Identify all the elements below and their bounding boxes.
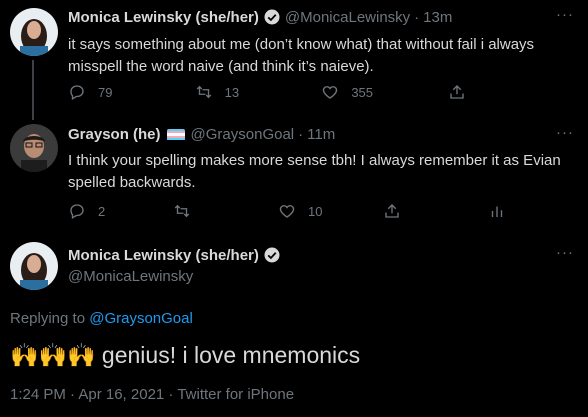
display-name[interactable]: Monica Lewinsky (she/her) [68, 247, 259, 264]
more-icon[interactable]: ··· [556, 244, 574, 261]
timestamp[interactable]: 13m [423, 9, 452, 26]
share-button[interactable] [448, 83, 508, 101]
main-tweet-text: 🙌🙌🙌 genius! i love mnemonics [10, 342, 360, 369]
retweet-icon [196, 85, 211, 99]
retweet-icon [174, 204, 190, 218]
replying-to: Replying to @GraysonGoal [10, 310, 193, 327]
reply-icon [70, 85, 84, 100]
display-name[interactable]: Monica Lewinsky (she/her) [68, 9, 259, 26]
replying-prefix: Replying to [10, 310, 86, 327]
reply-count: 2 [98, 203, 106, 219]
thread-line [32, 60, 34, 120]
avatar-grayson[interactable] [10, 124, 58, 172]
tweet-actions: 2 10 [68, 202, 508, 220]
separator: · [414, 8, 420, 26]
reply-count: 79 [98, 84, 113, 100]
like-count: 355 [351, 84, 374, 100]
tweet-header: Monica Lewinsky (she/her) [68, 246, 281, 264]
avatar-monica[interactable] [10, 242, 58, 290]
retweet-count: 13 [224, 84, 240, 100]
tweet-header: Monica Lewinsky (she/her) @MonicaLewinsk… [68, 8, 452, 26]
tweet-meta[interactable]: 1:24 PM · Apr 16, 2021 · Twitter for iPh… [10, 386, 294, 403]
replying-to-link[interactable]: @GraysonGoal [89, 310, 193, 327]
transgender-flag-emoji [166, 128, 185, 141]
like-icon [279, 205, 295, 218]
like-count: 10 [308, 203, 323, 219]
like-icon [323, 86, 338, 99]
tweet-text: genius! i love mnemonics [101, 342, 361, 368]
tweet-1[interactable]: Monica Lewinsky (she/her) @MonicaLewinsk… [0, 0, 588, 120]
tweet-header: Grayson (he) @GraysonGoal · 11m [68, 126, 335, 143]
analytics-button[interactable] [488, 202, 508, 220]
tweet-text: I think your spelling makes more sense t… [68, 152, 561, 191]
more-icon[interactable]: ··· [556, 6, 574, 23]
like-button[interactable]: 355 [321, 83, 381, 101]
share-icon [385, 204, 399, 218]
verified-badge-icon [263, 246, 281, 264]
retweet-button[interactable] [173, 202, 233, 220]
more-icon[interactable]: ··· [556, 124, 574, 141]
retweet-button[interactable]: 13 [195, 83, 255, 101]
handle[interactable]: @GraysonGoal [191, 126, 295, 143]
main-tweet: Monica Lewinsky (she/her) @MonicaLewinsk… [0, 232, 588, 417]
handle[interactable]: @MonicaLewinsky [285, 9, 410, 26]
display-name[interactable]: Grayson (he) [68, 126, 161, 143]
tweet-text: it says something about me (don’t know w… [68, 36, 535, 75]
tweet-2[interactable]: Grayson (he) @GraysonGoal · 11m ··· I th… [0, 120, 588, 232]
raised-hands-emoji: 🙌🙌🙌 [10, 342, 96, 368]
separator: · [298, 126, 304, 143]
tweet-actions: 79 13 355 [68, 83, 508, 101]
share-icon [450, 85, 464, 99]
reply-button[interactable]: 2 [68, 202, 128, 220]
reply-button[interactable]: 79 [68, 83, 128, 101]
handle[interactable]: @MonicaLewinsky [68, 268, 193, 285]
timestamp[interactable]: 11m [307, 126, 335, 143]
reply-icon [70, 204, 84, 219]
share-button[interactable] [383, 202, 443, 220]
like-button[interactable]: 10 [278, 202, 338, 220]
verified-badge-icon [263, 8, 281, 26]
analytics-icon [491, 206, 503, 217]
avatar-monica[interactable] [10, 8, 58, 56]
